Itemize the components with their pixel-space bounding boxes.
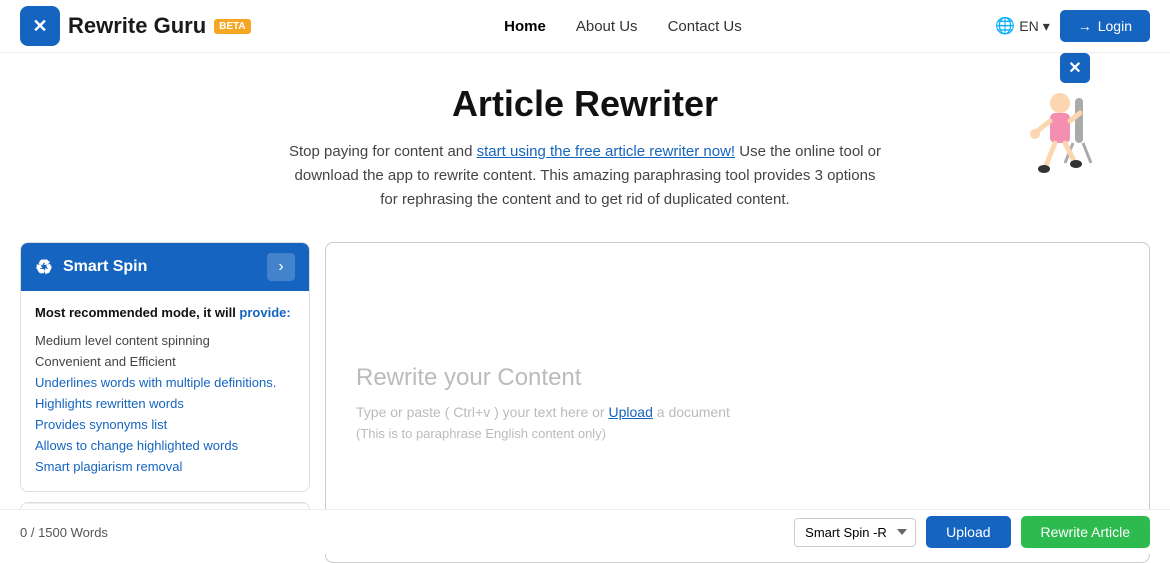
smart-spin-body: Most recommended mode, it will provide: … (21, 291, 309, 491)
editor-upload-link[interactable]: Upload (609, 404, 653, 420)
svg-text:✕: ✕ (1068, 60, 1081, 77)
feature-item: Smart plagiarism removal (35, 456, 295, 477)
login-icon: → (1078, 18, 1092, 34)
feature-item: Underlines words with multiple definitio… (35, 372, 295, 393)
feature-item: Highlights rewritten words (35, 393, 295, 414)
smart-spin-header: ♻ Smart Spin › (21, 243, 309, 291)
upload-button[interactable]: Upload (926, 516, 1010, 548)
editor-sub-text1: Type or paste ( Ctrl+v ) your text here … (356, 404, 609, 420)
login-label: Login (1098, 18, 1132, 34)
smart-spin-expand[interactable]: › (267, 253, 295, 281)
feature-item: Medium level content spinning (35, 330, 295, 351)
logo-text: Rewrite Guru (68, 13, 206, 39)
feature-item: Allows to change highlighted words (35, 435, 295, 456)
header: ✕ Rewrite Guru BETA Home About Us Contac… (0, 0, 1170, 53)
word-count: 0 / 1500 Words (20, 525, 108, 540)
globe-icon: 🌐 (995, 16, 1015, 36)
smart-spin-icon: ♻ (35, 255, 53, 280)
feature-item: Provides synonyms list (35, 414, 295, 435)
smart-spin-intro: Most recommended mode, it will provide: (35, 305, 295, 320)
smart-spin-features: Medium level content spinning Convenient… (35, 330, 295, 477)
nav-right: 🌐 EN ▾ → Login (995, 10, 1150, 42)
lang-selector[interactable]: 🌐 EN ▾ (995, 16, 1049, 36)
chevron-down-icon: ▾ (1043, 18, 1050, 35)
smart-spin-title: Smart Spin (63, 258, 147, 276)
logo-beta: BETA (214, 19, 250, 34)
feature-item: Convenient and Efficient (35, 351, 295, 372)
editor-sub-text2: a document (657, 404, 730, 420)
logo-icon: ✕ (20, 6, 60, 46)
editor-placeholder-note: (This is to paraphrase English content o… (356, 426, 1119, 441)
login-button[interactable]: → Login (1060, 10, 1150, 42)
nav-links: Home About Us Contact Us (504, 18, 742, 35)
mode-select[interactable]: Smart Spin -R Smart Spin Ultra Spin (794, 518, 916, 547)
nav-about[interactable]: About Us (576, 18, 638, 35)
hero-description: Stop paying for content and start using … (285, 140, 885, 212)
smart-spin-card: ♻ Smart Spin › Most recommended mode, it… (20, 242, 310, 492)
hero-section: Article Rewriter Stop paying for content… (0, 53, 1170, 232)
footer-right: Smart Spin -R Smart Spin Ultra Spin Uplo… (794, 516, 1150, 548)
lang-label: EN (1019, 18, 1038, 34)
editor-placeholder-title: Rewrite your Content (356, 364, 1119, 392)
nav-home[interactable]: Home (504, 18, 546, 35)
logo-area: ✕ Rewrite Guru BETA (20, 6, 251, 46)
footer-bar: 0 / 1500 Words Smart Spin -R Smart Spin … (0, 509, 1170, 554)
rewrite-button[interactable]: Rewrite Article (1021, 516, 1150, 548)
nav-contact[interactable]: Contact Us (668, 18, 742, 35)
hero-illustration: ✕ (1000, 53, 1120, 183)
page-title: Article Rewriter (20, 83, 1150, 125)
editor-placeholder-sub: Type or paste ( Ctrl+v ) your text here … (356, 404, 1119, 420)
